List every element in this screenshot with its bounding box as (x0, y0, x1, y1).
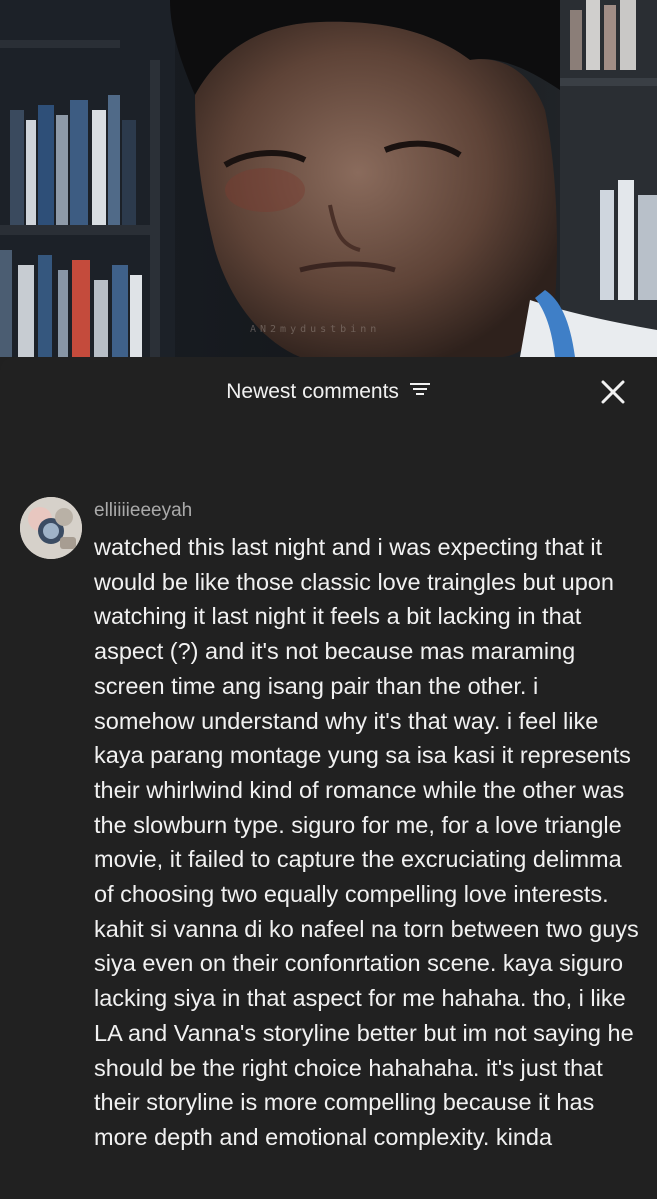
comments-panel: Newest comments elliiiieeeyah watched th… (0, 357, 657, 1199)
avatar[interactable] (20, 497, 82, 559)
video-frame-image: AN2mydustbinn (0, 0, 657, 357)
comment-text: watched this last night and i was expect… (94, 534, 639, 1150)
comment-author[interactable]: elliiiieeeyah (94, 499, 192, 523)
video-watermark: AN2mydustbinn (250, 324, 380, 335)
close-icon (601, 380, 625, 404)
comments-panel-title: Newest comments (226, 380, 399, 403)
video-player[interactable]: AN2mydustbinn (0, 0, 657, 357)
comments-panel-header: Newest comments (0, 357, 657, 427)
comments-sort-toggle[interactable]: Newest comments (0, 379, 657, 405)
sort-lines-icon (409, 378, 431, 404)
close-button[interactable] (599, 378, 627, 406)
